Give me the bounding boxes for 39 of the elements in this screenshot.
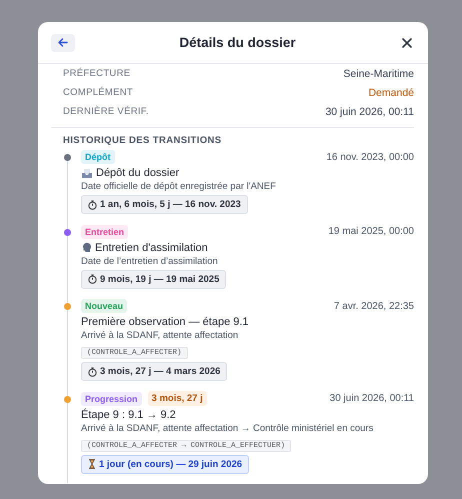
duration-text: 9 mois, 19 j — 19 mai 2025 (100, 274, 220, 284)
field-label: DERNIÈRE VÉRIF. (63, 106, 149, 117)
arrow-left-icon (58, 38, 68, 47)
duration-text: 3 mois, 27 j — 4 mars 2026 (100, 366, 220, 377)
section-heading: HISTORIQUE DES TRANSITIONS (62, 135, 223, 146)
transition-description: Arrivé à la SDANF, attente affectation → Contrôle ministériel en cours (81, 422, 374, 434)
transition-title: Première observation — étape 9.1 (81, 316, 249, 328)
field-value: Demandé (368, 86, 414, 98)
transition-date: 16 nov. 2023, 00:00 (326, 152, 414, 162)
field-value: 30 juin 2026, 00:11 (325, 106, 414, 118)
inbox-tray-icon (81, 168, 93, 178)
duration-text: 1 jour (en cours) — 29 juin 2026 (99, 458, 242, 470)
field-label: PRÉFECTURE (63, 68, 130, 79)
status-badge: Progression (81, 392, 142, 406)
speaking-head-icon (81, 242, 92, 253)
stopwatch-icon (88, 274, 97, 284)
close-icon (400, 36, 414, 50)
transition-description: Arrivé à la SDANF, attente affectation (81, 330, 240, 341)
back-button[interactable] (51, 34, 75, 52)
transition-date: 7 avr. 2026, 22:35 (334, 300, 414, 312)
duration-badge: 3 mois, 27 j (148, 391, 207, 406)
status-badge: Dépôt (81, 150, 114, 164)
transition-date: 19 mai 2025, 00:00 (328, 226, 414, 237)
close-button[interactable] (400, 36, 414, 50)
dialog-title: Détails du dossier (178, 35, 297, 50)
stopwatch-icon (88, 366, 97, 376)
transition-title: Entretien d'assimilation (95, 242, 208, 254)
hourglass-icon (88, 459, 96, 469)
status-badge: Nouveau (81, 299, 128, 313)
transition-title: Étape 9 : 9.1 → 9.2 (81, 408, 176, 420)
transition-description: Date officielle de dépôt enregistrée par l'ANEF (81, 181, 277, 192)
stopwatch-icon (88, 200, 97, 210)
transition-description: Date de l’entretien d’assimilation (81, 256, 219, 266)
field-label: COMPLÉMENT (63, 87, 134, 98)
field-value: Seine-Maritime (343, 68, 414, 80)
duration-text: 1 an, 6 mois, 5 j — 16 nov. 2023 (100, 199, 241, 210)
transition-title: Dépôt du dossier (96, 167, 180, 179)
status-badge: Entretien (81, 224, 128, 238)
transition-date: 30 juin 2026, 00:11 (330, 393, 414, 404)
